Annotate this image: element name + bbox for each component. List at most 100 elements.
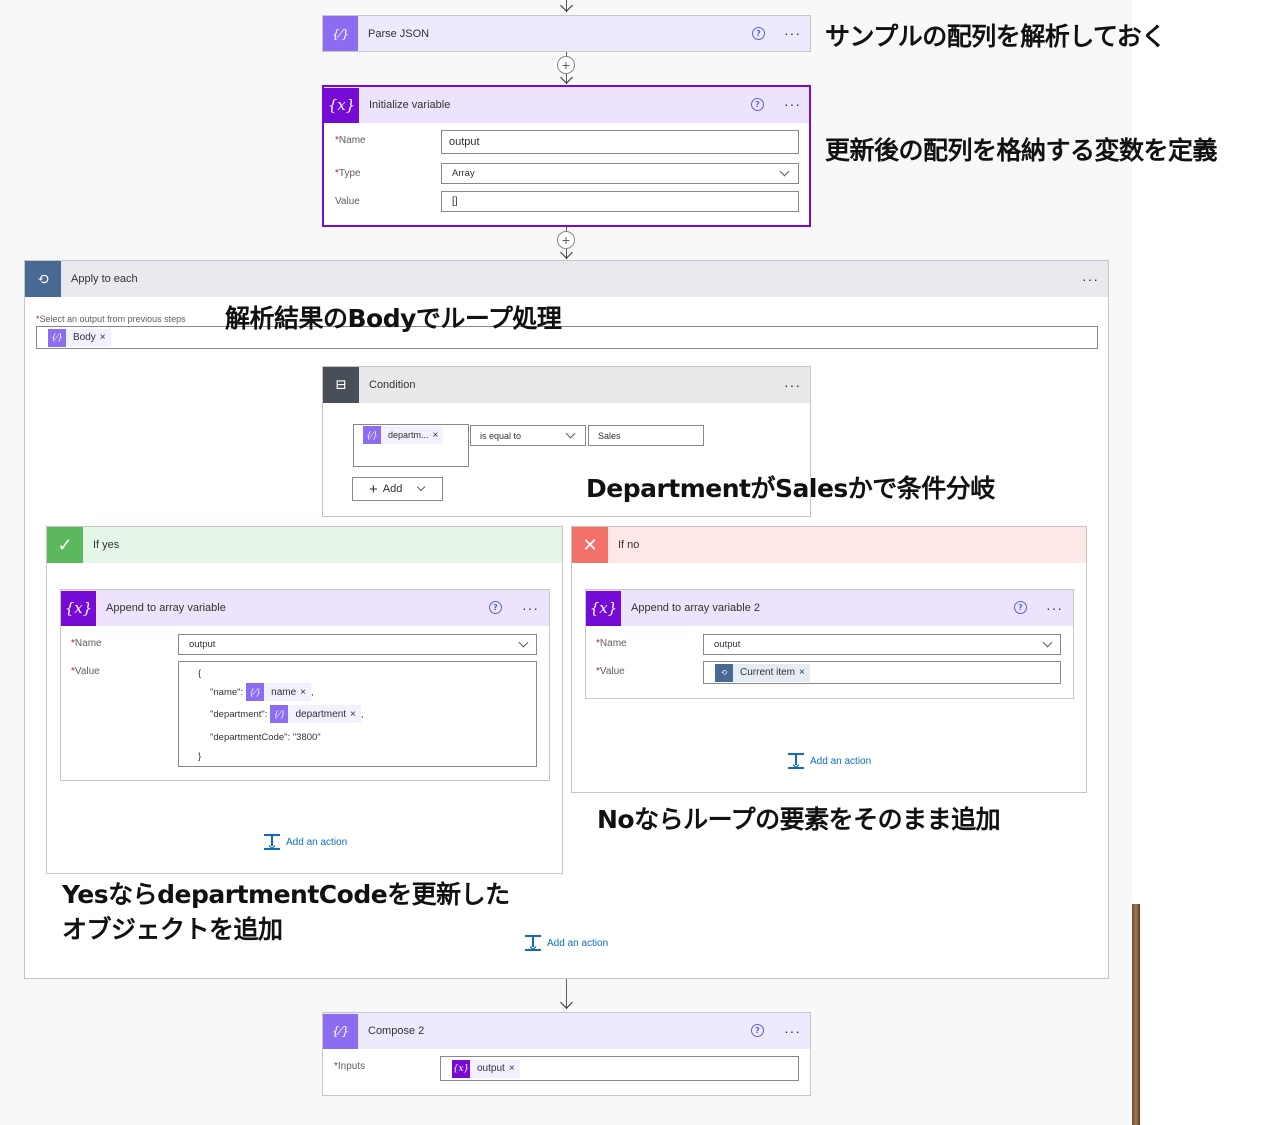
code-comma: , — [360, 708, 364, 720]
name-token[interactable]: {⁄} name × — [246, 683, 312, 701]
token-label: Body — [73, 332, 96, 343]
add-action-icon — [525, 935, 541, 951]
variable-icon: {x} — [452, 1059, 470, 1078]
operator-value: is equal to — [480, 430, 522, 441]
help-icon[interactable]: ? — [489, 601, 502, 614]
output-token[interactable]: {x} output × — [452, 1059, 520, 1078]
token-remove-icon[interactable]: × — [799, 667, 810, 678]
if-no-branch[interactable]: ✕ If no {x} Append to array variable 2 ?… — [571, 526, 1087, 793]
annotation-parse: サンプルの配列を解析しておく — [825, 22, 1166, 51]
add-action-icon — [264, 834, 280, 850]
token-remove-icon[interactable]: × — [100, 332, 111, 343]
compose-card[interactable]: {⁄} Compose 2 ? ··· *Inputs {x} output × — [322, 1012, 811, 1096]
variable-name-dropdown[interactable]: output — [178, 634, 537, 655]
if-yes-branch[interactable]: ✓ If yes {x} Append to array variable ? … — [46, 526, 563, 874]
name-label: *Name — [596, 638, 627, 649]
type-value: Array — [452, 168, 475, 179]
help-icon[interactable]: ? — [752, 27, 765, 40]
token-label: name — [271, 686, 297, 698]
variable-icon: {x} — [324, 87, 359, 123]
condition-left-operand[interactable]: {⁄} departm... × — [353, 424, 469, 467]
data-operation-icon: {⁄} — [323, 1013, 358, 1049]
help-icon[interactable]: ? — [751, 98, 764, 111]
loop-icon: ⟲ — [25, 261, 61, 297]
append-title: Append to array variable — [106, 602, 226, 614]
variable-name-dropdown[interactable]: output — [703, 634, 1061, 655]
background-photo-strip — [1132, 904, 1140, 1125]
initialize-variable-card[interactable]: {x} Initialize variable ? ··· *Name outp… — [322, 85, 811, 227]
loop-icon: ⟲ — [715, 663, 733, 682]
add-action-button[interactable]: Add an action — [788, 753, 871, 769]
parse-json-card[interactable]: {⁄} Parse JSON ? ··· — [322, 15, 811, 52]
token-label: departm... — [388, 430, 429, 440]
annotation-yes-line-1: YesならdepartmentCodeを更新した — [62, 880, 510, 909]
department-token[interactable]: {⁄} departm... × — [363, 426, 444, 444]
variable-icon: {x} — [586, 590, 621, 626]
variable-name-input[interactable]: output — [441, 130, 799, 154]
add-action-label: Add an action — [547, 937, 609, 949]
code-key: "name": — [210, 686, 244, 698]
more-options-icon[interactable]: ··· — [1046, 601, 1063, 615]
body-token[interactable]: {⁄} Body × — [48, 328, 111, 347]
help-icon[interactable]: ? — [751, 1024, 764, 1037]
code-name-line: "name": {⁄} name ×, — [210, 683, 314, 701]
append-array-variable-card[interactable]: {x} Append to array variable ? ··· *Name… — [60, 589, 550, 781]
department-token[interactable]: {⁄} department × — [270, 705, 361, 723]
value-input[interactable]: ⟲ Current item × — [703, 661, 1061, 684]
variable-value-input[interactable]: [] — [441, 191, 799, 212]
add-action-label: Add an action — [810, 755, 872, 767]
value-code-editor[interactable]: { "name": {⁄} name ×, "department": {⁄} dep… — [178, 661, 537, 767]
annotation-no-branch: Noならループの要素をそのまま追加 — [597, 805, 1001, 834]
current-item-token[interactable]: ⟲ Current item × — [715, 663, 810, 682]
close-icon: ✕ — [572, 527, 608, 563]
data-operation-icon: {⁄} — [48, 328, 66, 347]
inputs-field[interactable]: {x} output × — [440, 1056, 799, 1081]
value-label: Value — [335, 196, 360, 207]
if-no-title: If no — [618, 539, 640, 551]
more-options-icon[interactable]: ··· — [522, 601, 539, 615]
data-operation-icon: {⁄} — [363, 426, 381, 444]
inputs-label: *Inputs — [334, 1061, 366, 1072]
add-condition-button[interactable]: + Add — [352, 477, 443, 501]
append-array-variable-2-card[interactable]: {x} Append to array variable 2 ? ··· *Na… — [585, 589, 1074, 699]
code-comma: , — [311, 686, 314, 698]
parse-json-title: Parse JSON — [368, 27, 430, 40]
more-options-icon[interactable]: ··· — [1082, 272, 1099, 286]
more-options-icon[interactable]: ··· — [784, 26, 801, 40]
append-2-title: Append to array variable 2 — [631, 602, 761, 614]
annotation-variable: 更新後の配列を格納する変数を定義 — [825, 136, 1218, 165]
code-close-brace: } — [198, 751, 202, 762]
select-output-label: *Select an output from previous steps — [36, 314, 186, 324]
help-icon[interactable]: ? — [1014, 601, 1027, 614]
annotation-yes-branch: YesならdepartmentCodeを更新した オブジェクトを追加 — [62, 877, 510, 947]
compose-title: Compose 2 — [368, 1025, 425, 1037]
select-output-input[interactable]: {⁄} Body × — [36, 326, 1098, 349]
token-label: Current item — [740, 667, 796, 678]
code-department-line: "department": {⁄} department ×, — [210, 705, 364, 723]
more-options-icon[interactable]: ··· — [784, 378, 801, 392]
annotation-condition: DepartmentがSalesかで条件分岐 — [586, 474, 995, 503]
loop-add-action-button[interactable]: Add an action — [525, 935, 608, 951]
value-label: *Value — [71, 666, 100, 677]
name-label: *Name — [71, 638, 102, 649]
variable-type-dropdown[interactable]: Array — [441, 163, 799, 184]
token-remove-icon[interactable]: × — [300, 687, 311, 698]
condition-icon: ⊟ — [323, 367, 359, 403]
variable-icon: {x} — [61, 590, 96, 626]
annotation-loop: 解析結果のBodyでループ処理 — [225, 304, 562, 333]
name-value: output — [714, 639, 741, 650]
add-label: Add — [382, 483, 403, 495]
add-action-button[interactable]: Add an action — [264, 834, 347, 850]
name-label: *Name — [335, 135, 366, 146]
condition-right-value[interactable]: Sales — [588, 425, 704, 446]
token-remove-icon[interactable]: × — [509, 1063, 520, 1074]
token-remove-icon[interactable]: × — [350, 709, 361, 720]
more-options-icon[interactable]: ··· — [784, 1024, 801, 1038]
more-options-icon[interactable]: ··· — [784, 97, 801, 111]
annotation-yes-line-2: オブジェクトを追加 — [62, 915, 283, 944]
token-remove-icon[interactable]: × — [433, 430, 444, 441]
check-icon: ✓ — [47, 527, 83, 563]
token-label: department — [295, 708, 347, 720]
type-label: *Type — [335, 168, 361, 179]
add-action-icon — [788, 753, 804, 769]
